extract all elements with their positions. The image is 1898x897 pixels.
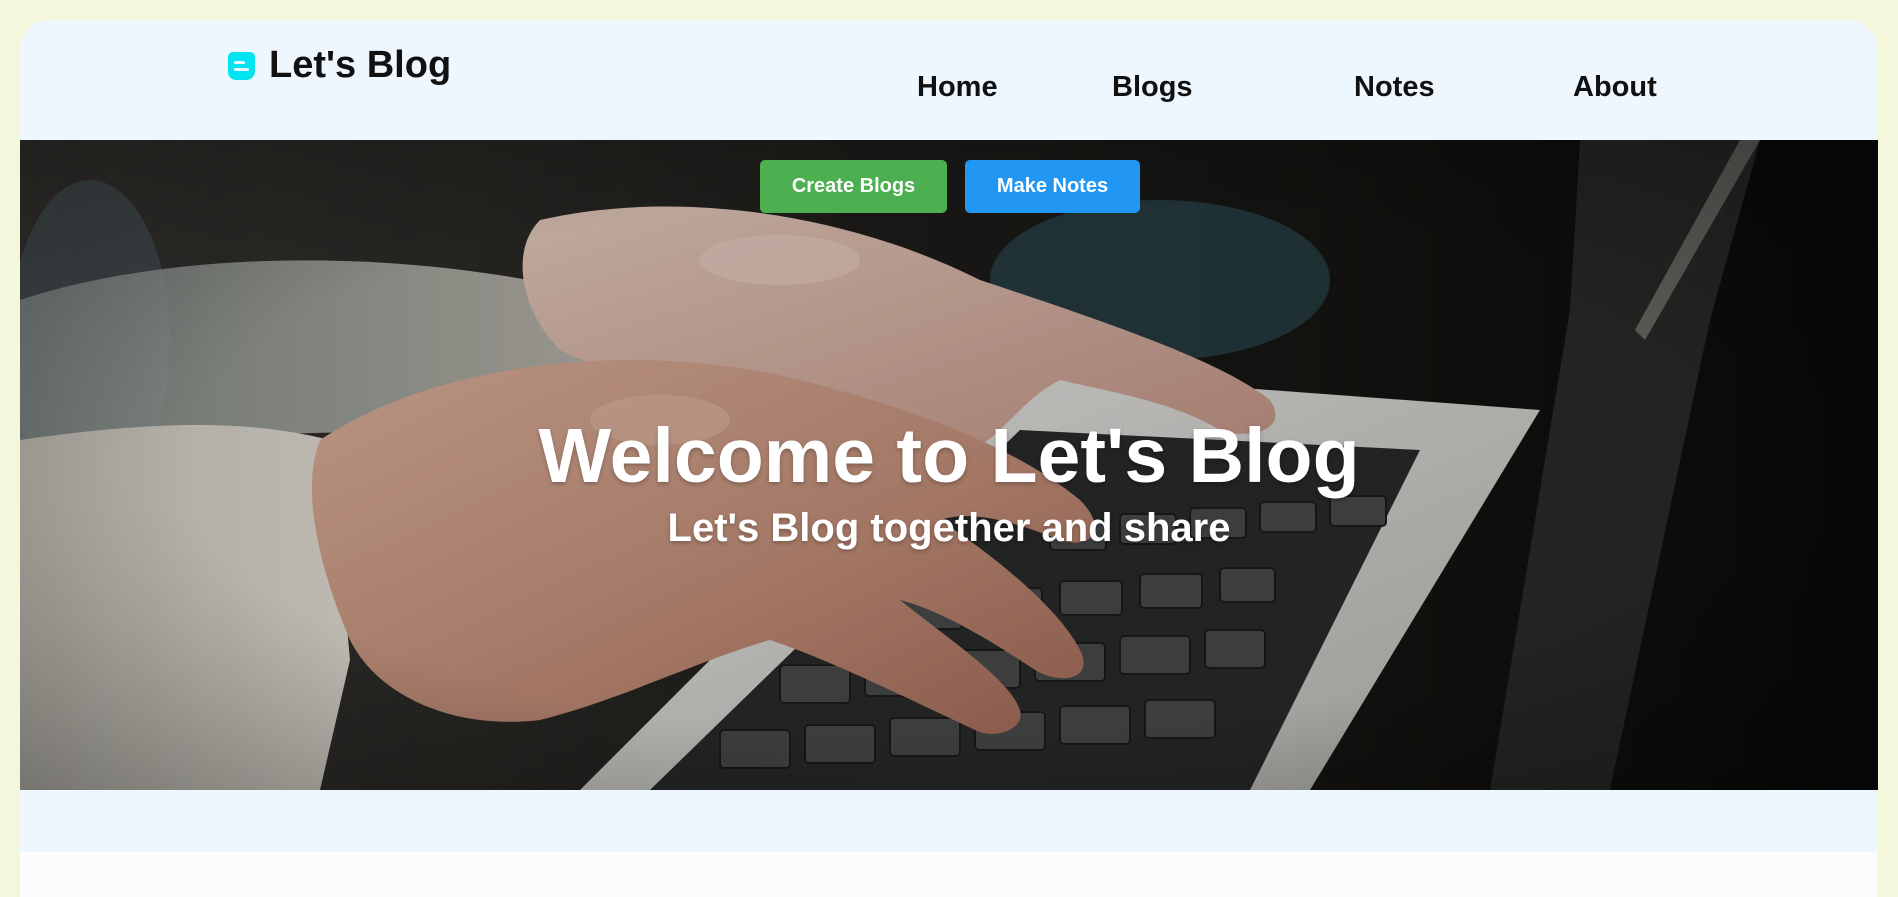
nav-link-about[interactable]: About bbox=[1573, 67, 1657, 107]
create-blogs-button[interactable]: Create Blogs bbox=[760, 160, 947, 213]
page-frame: Let's Blog Home Blogs Notes About Create… bbox=[20, 20, 1878, 897]
hero-subtitle: Let's Blog together and share bbox=[667, 506, 1231, 550]
nav-link-blogs[interactable]: Blogs bbox=[1112, 67, 1193, 107]
nav-link-home[interactable]: Home bbox=[917, 67, 998, 107]
content-area bbox=[20, 852, 1878, 897]
make-notes-button[interactable]: Make Notes bbox=[965, 160, 1140, 213]
hero-banner: Create Blogs Make Notes Welcome to Let's… bbox=[20, 140, 1878, 790]
main-nav: Home Blogs Notes About bbox=[20, 67, 1878, 107]
section-spacer bbox=[20, 790, 1878, 852]
nav-link-notes[interactable]: Notes bbox=[1354, 67, 1435, 107]
top-navbar: Let's Blog Home Blogs Notes About bbox=[20, 20, 1878, 140]
hero-title: Welcome to Let's Blog bbox=[538, 413, 1360, 499]
